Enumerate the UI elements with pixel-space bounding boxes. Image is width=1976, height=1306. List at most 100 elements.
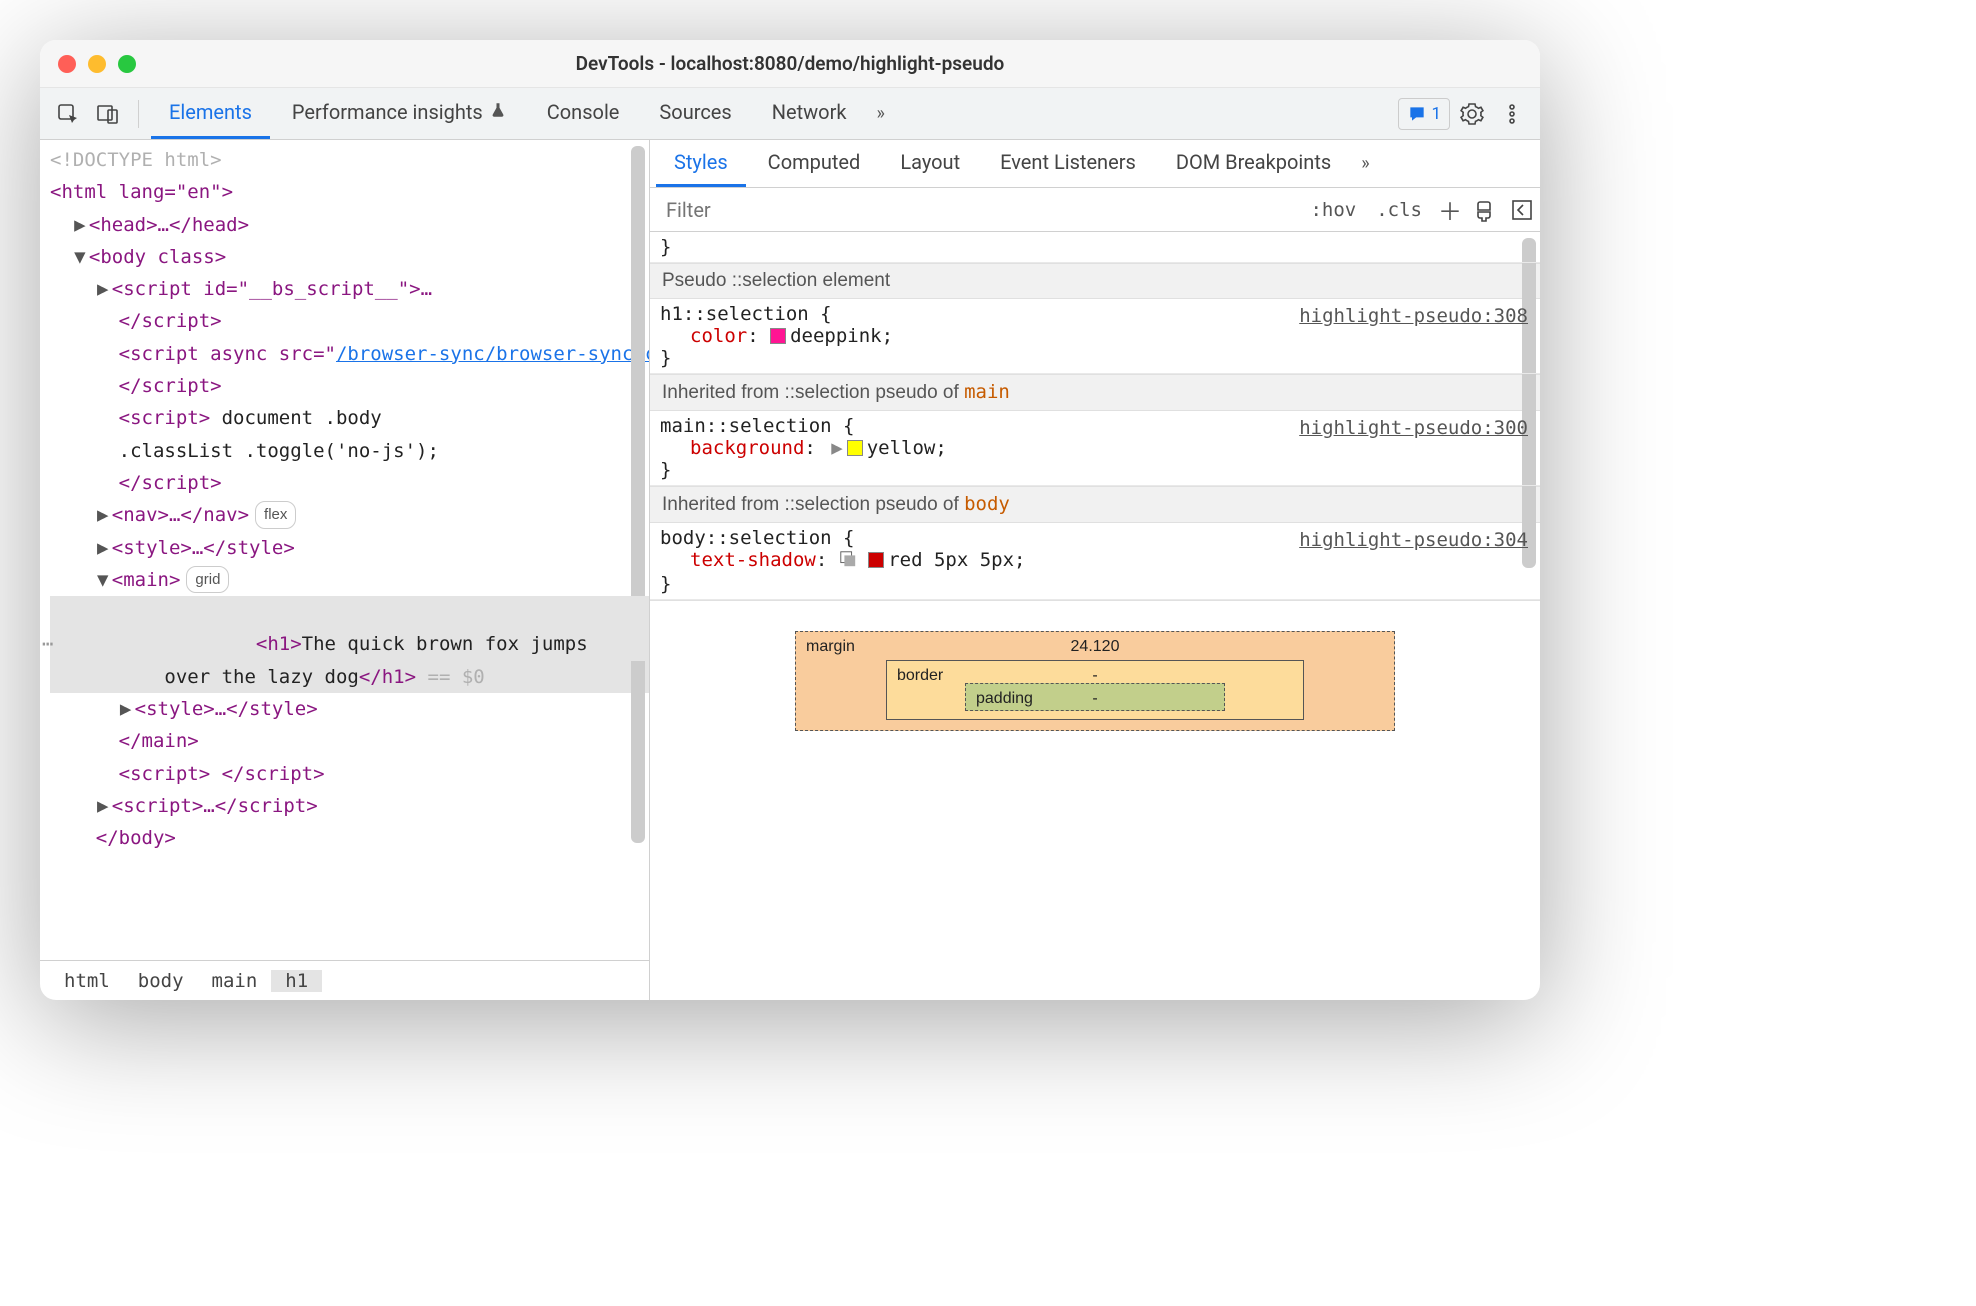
devtools-window: DevTools - localhost:8080/demo/highlight…: [40, 40, 1540, 1000]
rule-close-brace: }: [660, 459, 1530, 481]
expander-icon[interactable]: ▶: [96, 532, 110, 564]
tab-styles[interactable]: Styles: [656, 140, 746, 187]
cls-toggle[interactable]: .cls: [1366, 199, 1432, 221]
breadcrumb: html body main h1: [40, 960, 649, 1000]
box-model-diagram[interactable]: margin 24.120 border - padding -: [795, 631, 1395, 731]
inspect-icon[interactable]: [50, 96, 86, 132]
section-element[interactable]: body: [964, 493, 1010, 515]
rule-source-link[interactable]: highlight-pseudo:304: [1299, 529, 1528, 551]
selected-node-row[interactable]: ⋯ <h1>The quick brown fox jumps: [50, 596, 649, 661]
body-tag[interactable]: <body class>: [89, 246, 226, 268]
script-tag[interactable]: <script>: [119, 407, 211, 429]
rule-source-link[interactable]: highlight-pseudo:300: [1299, 417, 1528, 439]
expander-icon[interactable]: ▼: [73, 241, 87, 273]
css-property[interactable]: text-shadow: [690, 549, 816, 571]
expander-icon[interactable]: ▶: [119, 693, 133, 725]
rule-close-brace: }: [660, 573, 1530, 595]
color-swatch[interactable]: [868, 552, 884, 568]
section-header: Inherited from ::selection pseudo of bod…: [650, 486, 1540, 523]
divider: [138, 100, 139, 128]
head-tag[interactable]: <head>…</head>: [89, 214, 249, 236]
breadcrumb-item[interactable]: body: [124, 970, 198, 992]
nav-tag[interactable]: <nav>…</nav>: [112, 504, 249, 526]
tabs-overflow-button[interactable]: »: [1353, 153, 1377, 174]
tab-dom-breakpoints[interactable]: DOM Breakpoints: [1158, 140, 1349, 187]
html-tag[interactable]: <html lang="en">: [50, 181, 233, 203]
css-rule[interactable]: highlight-pseudo:300 main::selection { b…: [650, 411, 1540, 486]
settings-icon[interactable]: [1454, 96, 1490, 132]
box-model-padding-value[interactable]: -: [1092, 690, 1097, 708]
style-tag[interactable]: <style>…</style>: [112, 537, 295, 559]
css-rule[interactable]: highlight-pseudo:308 h1::selection { col…: [650, 299, 1540, 374]
console-messages-badge[interactable]: 1: [1398, 98, 1450, 130]
tab-label: Performance insights: [292, 100, 483, 124]
rule-source-link[interactable]: highlight-pseudo:308: [1299, 305, 1528, 327]
script-tag[interactable]: <script> </script>: [119, 763, 325, 785]
tabs-overflow-button[interactable]: »: [868, 103, 892, 124]
flask-icon: [489, 100, 507, 124]
style-tag[interactable]: <style>…</style>: [135, 698, 318, 720]
hov-toggle[interactable]: :hov: [1300, 199, 1366, 221]
expander-icon[interactable]: ▶: [96, 499, 110, 531]
layout-badge-grid[interactable]: grid: [186, 566, 229, 594]
inspected-marker: == $0: [416, 666, 485, 688]
expand-shorthand-icon[interactable]: ▶: [831, 437, 842, 459]
tab-computed[interactable]: Computed: [750, 140, 879, 187]
dom-tree[interactable]: <!DOCTYPE html> <html lang="en"> ▶<head>…: [40, 140, 649, 960]
css-value[interactable]: deeppink: [790, 325, 882, 347]
css-value[interactable]: yellow: [867, 437, 936, 459]
script-text: document .body: [210, 407, 382, 429]
script-tag[interactable]: <script id="__bs_script__">…: [112, 278, 432, 300]
tab-layout[interactable]: Layout: [882, 140, 978, 187]
computed-toggle-icon[interactable]: [1504, 192, 1540, 228]
expander-icon[interactable]: ▶: [73, 209, 87, 241]
filter-input[interactable]: [652, 188, 1300, 231]
expander-icon[interactable]: ▶: [96, 273, 110, 305]
box-model-margin-value[interactable]: 24.120: [1071, 638, 1120, 656]
layout-badge-flex[interactable]: flex: [255, 501, 296, 529]
filter-bar: :hov .cls ＋: [650, 188, 1540, 232]
tab-console[interactable]: Console: [529, 88, 638, 139]
styles-tabs: Styles Computed Layout Event Listeners D…: [650, 140, 1540, 188]
new-style-rule-icon[interactable]: ＋: [1432, 192, 1468, 228]
doctype: <!DOCTYPE html>: [50, 149, 222, 171]
rule-close-brace: }: [660, 236, 1530, 258]
section-header: Pseudo ::selection element: [650, 263, 1540, 299]
scrollbar[interactable]: [1522, 238, 1536, 568]
expander-icon[interactable]: ▶: [96, 790, 110, 822]
css-property[interactable]: color: [690, 325, 747, 347]
tab-sources[interactable]: Sources: [641, 88, 749, 139]
titlebar: DevTools - localhost:8080/demo/highlight…: [40, 40, 1540, 88]
main-close: </main>: [119, 730, 199, 752]
paint-brush-icon[interactable]: [1468, 192, 1504, 228]
css-rule[interactable]: highlight-pseudo:304 body::selection { t…: [650, 523, 1540, 600]
scrollbar[interactable]: [631, 146, 645, 843]
main-toolbar: Elements Performance insights Console So…: [40, 88, 1540, 140]
script-close: </script>: [119, 310, 222, 332]
h1-tag[interactable]: <h1>: [256, 633, 302, 655]
box-model-border-label: border: [897, 667, 943, 685]
color-swatch[interactable]: [770, 328, 786, 344]
more-actions-icon[interactable]: ⋯: [42, 628, 66, 660]
breadcrumb-item[interactable]: main: [198, 970, 272, 992]
breadcrumb-item[interactable]: html: [50, 970, 124, 992]
main-tag[interactable]: <main>: [112, 569, 181, 591]
breadcrumb-item-selected[interactable]: h1: [271, 970, 322, 992]
script-tag[interactable]: <script async src=": [119, 343, 336, 365]
device-toolbar-icon[interactable]: [90, 96, 126, 132]
h1-text: The quick brown fox jumps: [302, 633, 599, 655]
tab-elements[interactable]: Elements: [151, 88, 270, 139]
script-src-link[interactable]: /browser-sync/browser-sync-client.js?v=2…: [336, 343, 649, 365]
css-property[interactable]: background: [690, 437, 804, 459]
tab-event-listeners[interactable]: Event Listeners: [982, 140, 1154, 187]
expander-icon[interactable]: ▼: [96, 564, 110, 596]
tab-performance-insights[interactable]: Performance insights: [274, 88, 525, 139]
tab-network[interactable]: Network: [754, 88, 865, 139]
color-swatch[interactable]: [847, 440, 863, 456]
kebab-menu-icon[interactable]: [1494, 96, 1530, 132]
section-element[interactable]: main: [964, 381, 1010, 403]
shadow-editor-icon[interactable]: [839, 550, 857, 573]
css-value[interactable]: red 5px 5px: [888, 549, 1014, 571]
script-tag[interactable]: <script>…</script>: [112, 795, 318, 817]
section-header: Inherited from ::selection pseudo of mai…: [650, 374, 1540, 411]
